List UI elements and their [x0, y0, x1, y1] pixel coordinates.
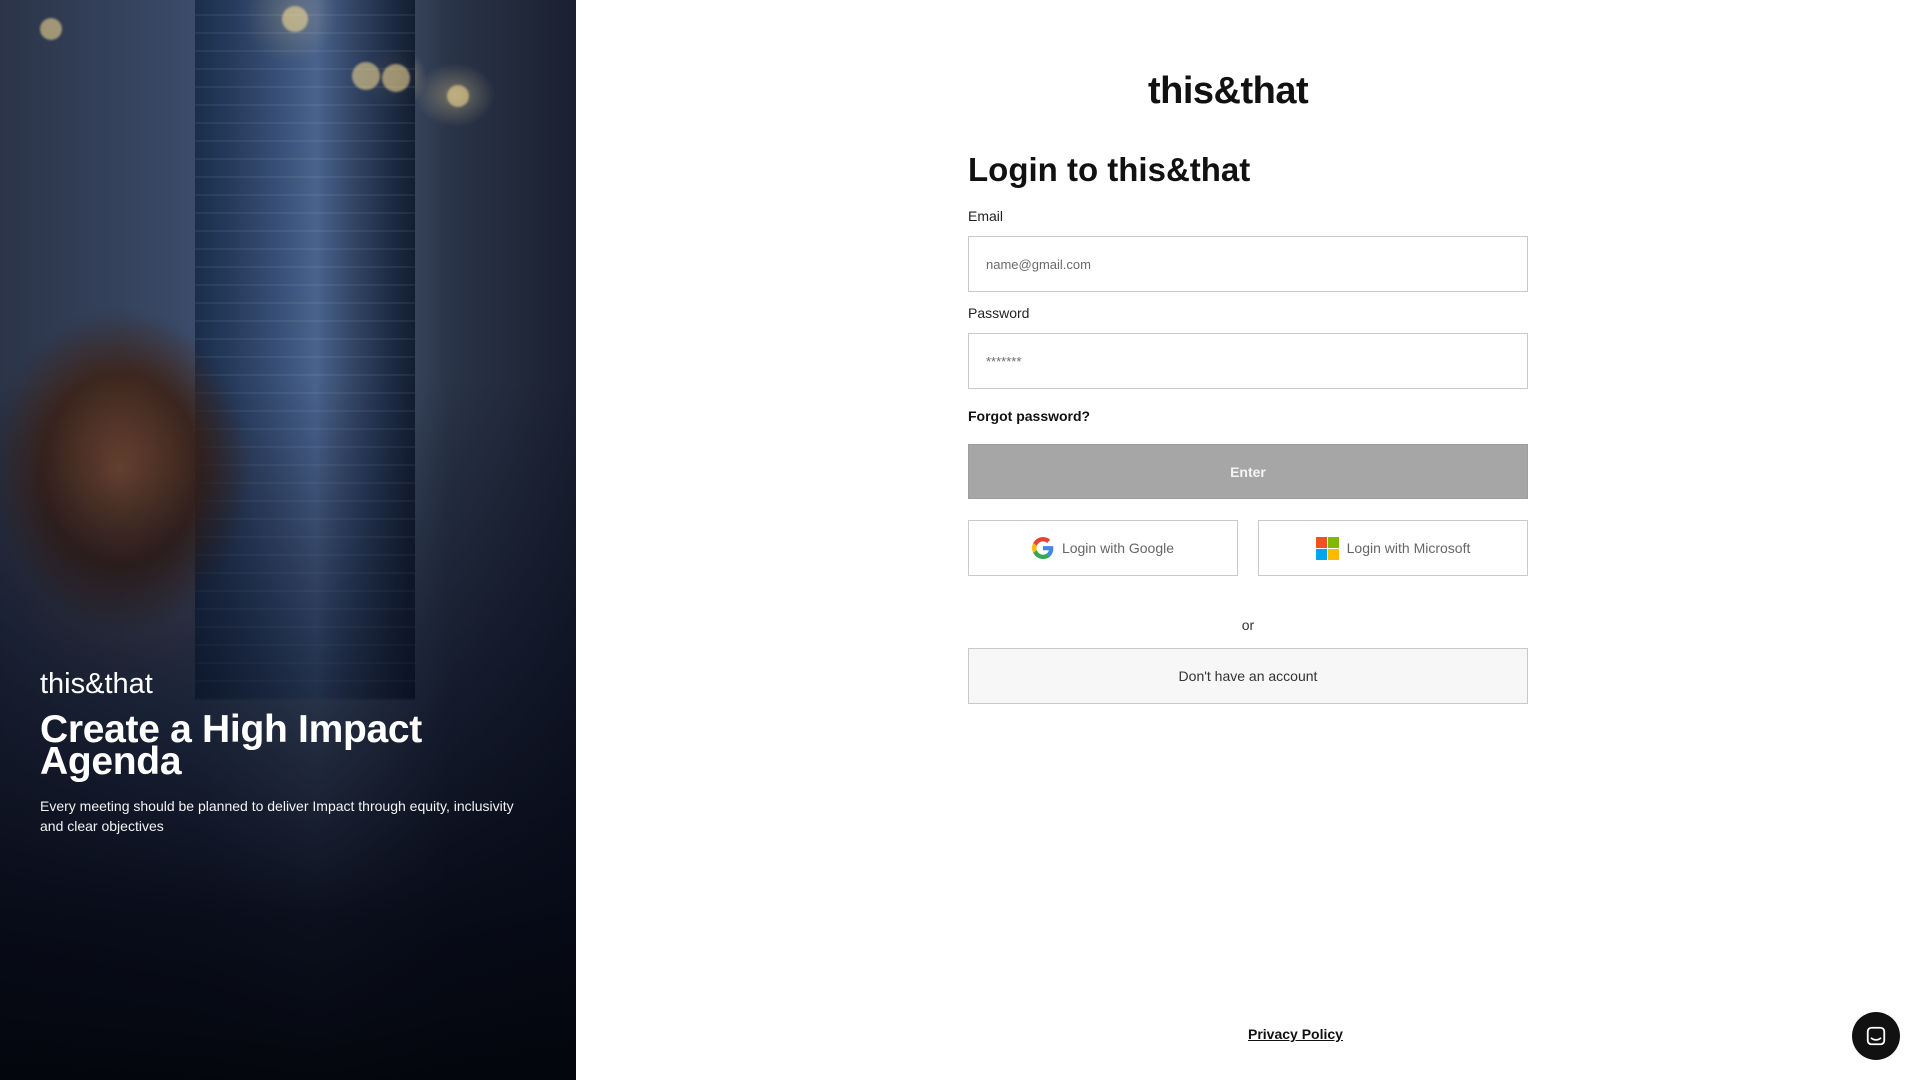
login-google-label: Login with Google	[1061, 540, 1175, 556]
chat-launcher-button[interactable]	[1852, 1012, 1900, 1060]
brand-logo: this&that	[1148, 70, 1309, 112]
signup-button[interactable]: Don't have an account	[968, 648, 1528, 704]
or-divider: or	[1241, 617, 1255, 633]
social-login-row: Login with Google Login with Microsoft	[968, 520, 1528, 576]
enter-button[interactable]: Enter	[968, 444, 1528, 499]
hero-text: this&that Create a High Impact Agenda Ev…	[40, 666, 540, 836]
password-label: Password	[968, 305, 1030, 321]
hero-brand: this&that	[40, 668, 153, 700]
email-field[interactable]	[968, 236, 1528, 292]
privacy-policy-link[interactable]: Privacy Policy	[1248, 1026, 1343, 1042]
hero-panel: this&that Create a High Impact Agenda Ev…	[0, 0, 576, 1080]
hero-subtitle: Every meeting should be planned to deliv…	[40, 798, 514, 834]
chat-icon	[1865, 1025, 1887, 1047]
login-microsoft-label: Login with Microsoft	[1346, 540, 1471, 556]
password-field[interactable]	[968, 333, 1528, 389]
page-title: Login to this&that	[968, 151, 1251, 188]
login-form: Login to this&that Email Password Forgot…	[968, 148, 1528, 704]
google-icon	[1031, 537, 1054, 559]
login-google-button[interactable]: Login with Google	[968, 520, 1238, 576]
hero-title: Create a High Impact Agenda	[40, 708, 422, 783]
login-microsoft-button[interactable]: Login with Microsoft	[1258, 520, 1528, 576]
microsoft-icon	[1315, 536, 1339, 560]
forgot-password-link[interactable]: Forgot password?	[968, 407, 1090, 425]
email-label: Email	[968, 208, 1004, 224]
